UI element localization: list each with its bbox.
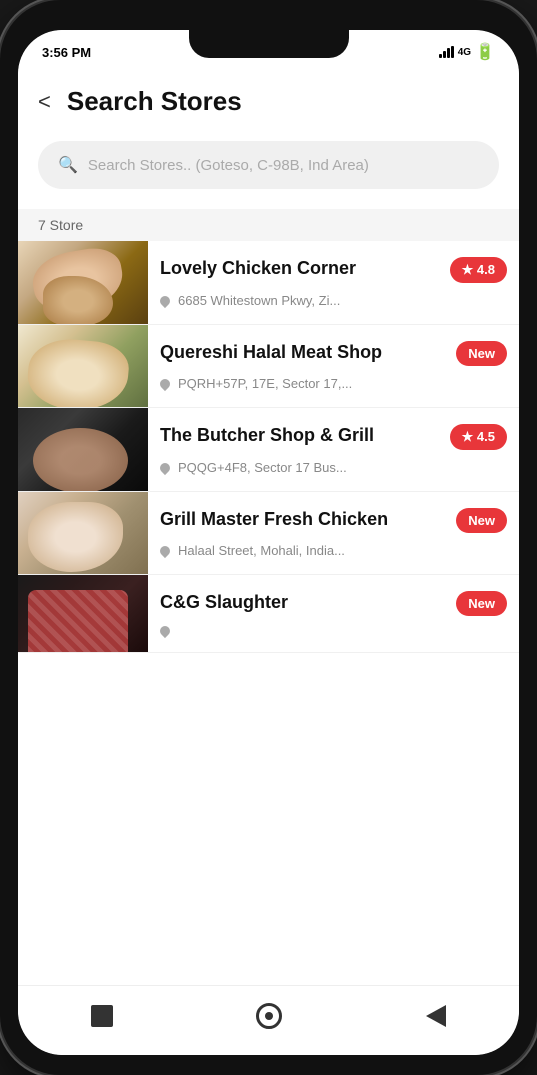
store-name-2: Quereshi Halal Meat Shop [160, 341, 448, 364]
location-icon-5 [158, 624, 172, 638]
store-image-1 [18, 241, 148, 324]
store-info-3: The Butcher Shop & Grill ★ 4.5 PQQG+4F8,… [148, 408, 519, 491]
search-placeholder: Search Stores.. (Goteso, C-98B, Ind Area… [88, 157, 369, 174]
store-image-2 [18, 325, 148, 407]
store-info-4: Grill Master Fresh Chicken New Halaal St… [148, 492, 519, 574]
store-address-3: PQQG+4F8, Sector 17 Bus... [160, 460, 507, 475]
store-address-4: Halaal Street, Mohali, India... [160, 543, 507, 558]
store-image-5 [18, 575, 148, 652]
battery-icon: 🔋 [475, 42, 495, 62]
location-icon-2 [158, 376, 172, 390]
store-list: Lovely Chicken Corner ★ 4.8 6685 Whitest… [18, 241, 519, 985]
back-button[interactable]: < [38, 89, 51, 115]
store-badge-2: New [456, 341, 507, 366]
store-badge-1: ★ 4.8 [450, 257, 507, 283]
store-count-label: 7 Store [18, 209, 519, 241]
notch [189, 30, 349, 58]
signal-icon [439, 46, 454, 58]
phone-frame: 3:56 PM 4G 🔋 < Search Stores 🔍 Search S [0, 0, 537, 1075]
list-item[interactable]: Quereshi Halal Meat Shop New PQRH+57P, 1… [18, 325, 519, 408]
store-image-4 [18, 492, 148, 574]
page-title: Search Stores [67, 86, 242, 117]
store-info-1: Lovely Chicken Corner ★ 4.8 6685 Whitest… [148, 241, 519, 324]
search-icon: 🔍 [58, 155, 78, 175]
location-icon-1 [158, 293, 172, 307]
store-name-4: Grill Master Fresh Chicken [160, 508, 448, 531]
network-icon: 4G [458, 47, 471, 58]
list-item[interactable]: Grill Master Fresh Chicken New Halaal St… [18, 492, 519, 575]
store-name-3: The Butcher Shop & Grill [160, 424, 442, 447]
bottom-nav [18, 985, 519, 1055]
list-item[interactable]: The Butcher Shop & Grill ★ 4.5 PQQG+4F8,… [18, 408, 519, 492]
list-item[interactable]: Lovely Chicken Corner ★ 4.8 6685 Whitest… [18, 241, 519, 325]
store-info-2: Quereshi Halal Meat Shop New PQRH+57P, 1… [148, 325, 519, 407]
store-badge-4: New [456, 508, 507, 533]
nav-stop-button[interactable] [87, 1001, 117, 1031]
store-address-2: PQRH+57P, 17E, Sector 17,... [160, 376, 507, 391]
list-item[interactable]: C&G Slaughter New [18, 575, 519, 653]
phone-screen: 3:56 PM 4G 🔋 < Search Stores 🔍 Search S [18, 30, 519, 1055]
store-badge-5: New [456, 591, 507, 616]
home-icon [256, 1003, 282, 1029]
nav-home-button[interactable] [254, 1001, 284, 1031]
stop-icon [91, 1005, 113, 1027]
store-image-3 [18, 408, 148, 491]
store-address-1: 6685 Whitestown Pkwy, Zi... [160, 293, 507, 308]
status-icons: 4G 🔋 [439, 42, 495, 62]
search-bar[interactable]: 🔍 Search Stores.. (Goteso, C-98B, Ind Ar… [38, 141, 499, 189]
back-icon [426, 1005, 446, 1027]
search-container: 🔍 Search Stores.. (Goteso, C-98B, Ind Ar… [18, 133, 519, 209]
location-icon-4 [158, 543, 172, 557]
header: < Search Stores [18, 74, 519, 133]
status-time: 3:56 PM [42, 45, 91, 60]
store-badge-3: ★ 4.5 [450, 424, 507, 450]
location-icon-3 [158, 460, 172, 474]
nav-back-button[interactable] [421, 1001, 451, 1031]
store-name-1: Lovely Chicken Corner [160, 257, 442, 280]
store-address-5 [160, 626, 507, 636]
store-info-5: C&G Slaughter New [148, 575, 519, 652]
store-name-5: C&G Slaughter [160, 591, 448, 614]
